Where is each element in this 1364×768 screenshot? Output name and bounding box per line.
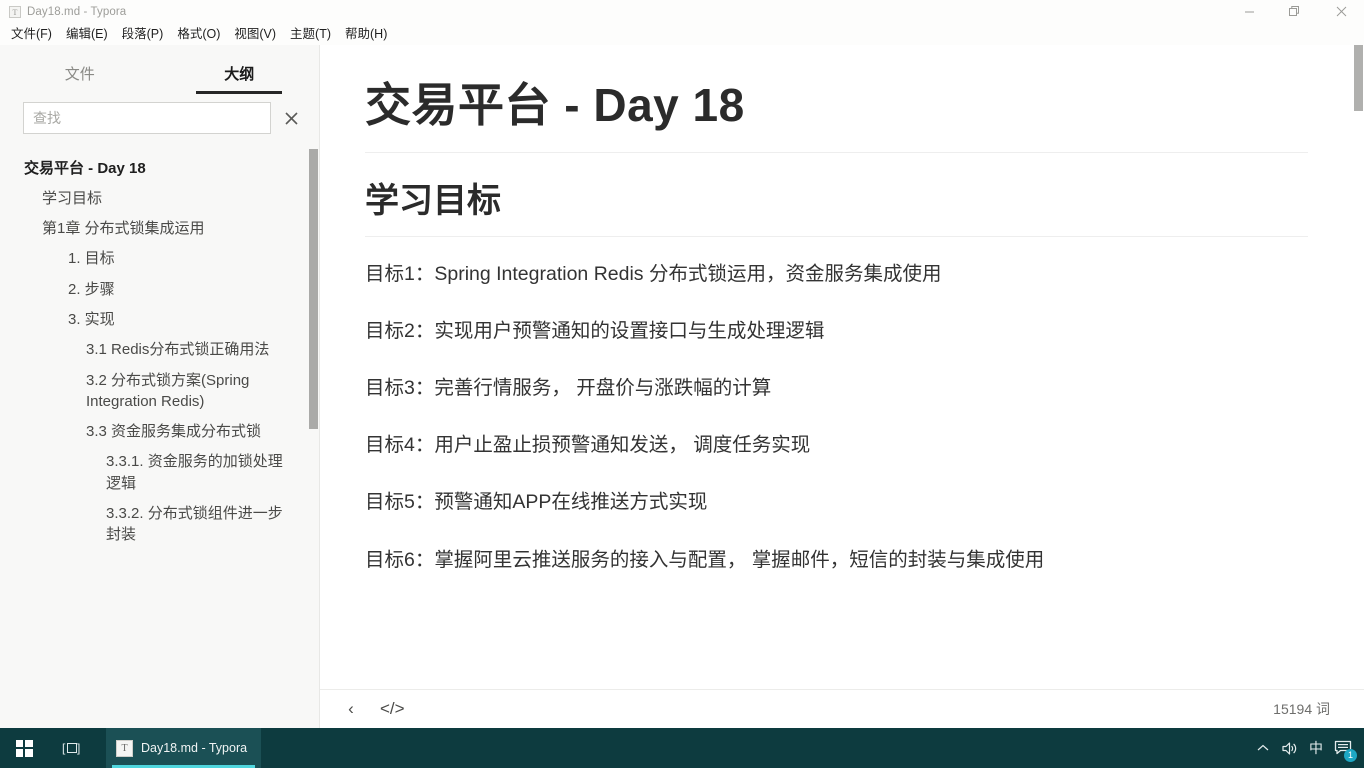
status-bar: ‹ </> 15194 词 [320, 689, 1364, 728]
sidebar-scrollbar-thumb[interactable] [309, 149, 318, 429]
menu-theme[interactable]: 主题(T) [283, 24, 338, 44]
menu-bar: 文件(F) 编辑(E) 段落(P) 格式(O) 视图(V) 主题(T) 帮助(H… [0, 23, 1364, 45]
app-icon: T [9, 5, 21, 18]
typora-icon: T [116, 739, 133, 757]
document-heading-2[interactable]: 学习目标 [365, 179, 1308, 237]
window-title: Day18.md - Typora [27, 5, 127, 18]
menu-view[interactable]: 视图(V) [227, 24, 283, 44]
clear-search-icon[interactable] [281, 108, 301, 128]
main-content-row: 文件 大纲 交易平台 - Day 18 学习目标 第1章 分布式锁集成运用 1.… [0, 45, 1364, 728]
svg-text:]: ] [77, 741, 80, 755]
outline-item[interactable]: 3.2 分布式锁方案(Spring Integration Redis) [0, 365, 319, 417]
outline-item[interactable]: 学习目标 [0, 183, 319, 213]
volume-icon[interactable] [1276, 728, 1303, 768]
tab-outline[interactable]: 大纲 [160, 63, 320, 94]
menu-paragraph[interactable]: 段落(P) [115, 24, 171, 44]
document-paragraph[interactable]: 目标5：预警通知APP在线推送方式实现 [365, 487, 1308, 518]
windows-taskbar: [ ] T Day18.md - Typora 中 1 [0, 728, 1364, 768]
notification-badge: 1 [1344, 749, 1357, 762]
editor-scroll-area[interactable]: 交易平台 - Day 18 学习目标 目标1：Spring Integratio… [320, 45, 1364, 689]
document-heading-1[interactable]: 交易平台 - Day 18 [365, 77, 1308, 153]
status-bar-left: ‹ </> [342, 697, 405, 721]
system-tray: 中 1 [1250, 728, 1364, 768]
outline-tree[interactable]: 交易平台 - Day 18 学习目标 第1章 分布式锁集成运用 1. 目标 2.… [0, 144, 319, 728]
document-paragraph[interactable]: 目标1：Spring Integration Redis 分布式锁运用，资金服务… [365, 259, 1308, 290]
start-button[interactable] [0, 728, 48, 768]
menu-help[interactable]: 帮助(H) [338, 24, 394, 44]
window-controls [1226, 0, 1364, 23]
minimize-button[interactable] [1226, 0, 1272, 23]
title-bar: T Day18.md - Typora [0, 0, 1364, 23]
typora-window: T Day18.md - Typora 文件(F) 编辑(E) 段落(P) 格式… [0, 0, 1364, 768]
tab-files[interactable]: 文件 [0, 63, 160, 94]
outline-item[interactable]: 交易平台 - Day 18 [0, 153, 319, 183]
document-paragraph[interactable]: 目标4：用户止盈止损预警通知发送， 调度任务实现 [365, 430, 1308, 461]
restore-button[interactable] [1272, 0, 1318, 23]
word-count-label[interactable]: 15194 词 [1273, 699, 1330, 719]
windows-logo-icon [15, 739, 33, 757]
source-code-mode-icon[interactable]: </> [380, 697, 405, 721]
menu-edit[interactable]: 编辑(E) [59, 24, 115, 44]
outline-item[interactable]: 3. 实现 [0, 304, 319, 334]
document-body[interactable]: 交易平台 - Day 18 学习目标 目标1：Spring Integratio… [365, 77, 1308, 576]
document-paragraph[interactable]: 目标6：掌握阿里云推送服务的接入与配置， 掌握邮件，短信的封装与集成使用 [365, 545, 1308, 576]
toggle-sidebar-icon[interactable]: ‹ [342, 697, 360, 721]
editor-panel: 交易平台 - Day 18 学习目标 目标1：Spring Integratio… [320, 45, 1364, 728]
outline-item[interactable]: 3.1 Redis分布式锁正确用法 [0, 335, 319, 365]
editor-scrollbar[interactable] [1353, 45, 1364, 689]
outline-search-row [0, 94, 319, 144]
outline-item[interactable]: 2. 步骤 [0, 274, 319, 304]
outline-item[interactable]: 3.3 资金服务集成分布式锁 [0, 417, 319, 447]
outline-item[interactable]: 第1章 分布式锁集成运用 [0, 214, 319, 244]
taskbar-item-label: Day18.md - Typora [141, 741, 248, 755]
document-paragraph[interactable]: 目标2：实现用户预警通知的设置接口与生成处理逻辑 [365, 316, 1308, 347]
show-hidden-icons-icon[interactable] [1250, 728, 1276, 768]
sidebar: 文件 大纲 交易平台 - Day 18 学习目标 第1章 分布式锁集成运用 1.… [0, 45, 320, 728]
outline-item[interactable]: 3.3.2. 分布式锁组件进一步封装 [0, 499, 319, 551]
sidebar-tabs: 文件 大纲 [0, 45, 319, 94]
outline-item[interactable]: 1. 目标 [0, 244, 319, 274]
sidebar-scrollbar[interactable] [309, 144, 318, 728]
notifications-icon[interactable]: 1 [1329, 728, 1358, 768]
search-input[interactable] [23, 102, 271, 134]
ime-indicator[interactable]: 中 [1303, 728, 1329, 768]
menu-file[interactable]: 文件(F) [4, 24, 59, 44]
outline-item[interactable]: 3.3.1. 资金服务的加锁处理逻辑 [0, 447, 319, 499]
close-button[interactable] [1318, 0, 1364, 23]
svg-text:[: [ [62, 741, 66, 755]
task-view-icon[interactable]: [ ] [48, 728, 96, 768]
menu-format[interactable]: 格式(O) [170, 24, 227, 44]
taskbar-item-typora[interactable]: T Day18.md - Typora [106, 728, 262, 768]
editor-scrollbar-thumb[interactable] [1354, 45, 1363, 111]
document-paragraph[interactable]: 目标3：完善行情服务， 开盘价与涨跌幅的计算 [365, 373, 1308, 404]
title-bar-left: T Day18.md - Typora [0, 5, 127, 18]
